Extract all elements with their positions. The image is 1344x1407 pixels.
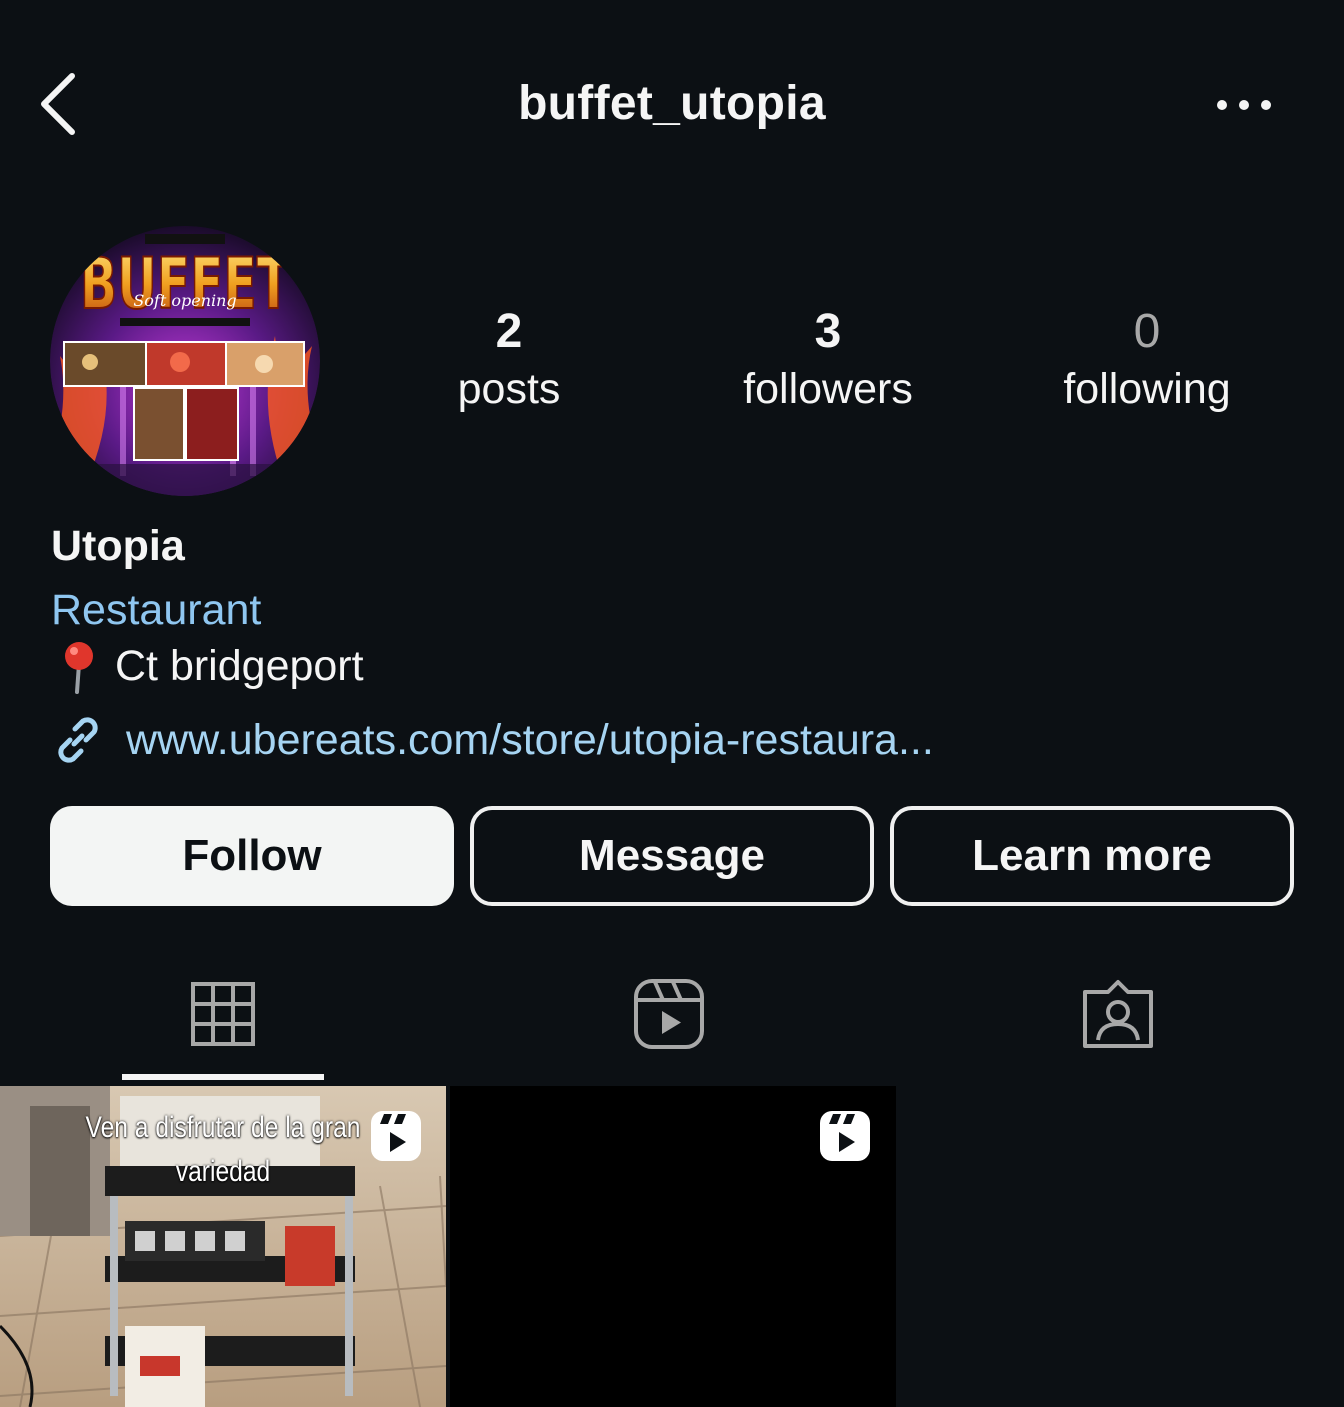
posts-count[interactable]: 2 posts xyxy=(369,302,649,416)
message-button[interactable]: Message xyxy=(470,806,874,906)
followers-count[interactable]: 3 followers xyxy=(688,302,968,416)
follow-button[interactable]: Follow xyxy=(50,806,454,906)
pushpin-icon xyxy=(65,642,93,694)
followers-count-label: followers xyxy=(743,365,913,413)
svg-text:Soft opening: Soft opening xyxy=(133,291,236,310)
post-caption-line1: Ven a disfrutar de la gran xyxy=(85,1111,361,1144)
profile-username: buffet_utopia xyxy=(518,77,826,130)
learn-more-button[interactable]: Learn more xyxy=(890,806,1294,906)
location-text: Ct bridgeport xyxy=(115,642,364,690)
more-horizontal-icon xyxy=(1217,100,1271,110)
following-count-label: following xyxy=(1063,365,1231,413)
link-icon xyxy=(58,717,98,763)
profile-avatar[interactable]: BUFFET Soft opening xyxy=(50,226,320,496)
profile-category[interactable]: Restaurant xyxy=(51,582,261,638)
chevron-left-icon xyxy=(41,73,75,135)
website-link-text: www.ubereats.com/store/utopia-restaura..… xyxy=(126,716,934,764)
reels-icon xyxy=(634,979,704,1049)
post-thumbnail[interactable] xyxy=(450,1086,896,1407)
post-caption: Ven a disfrutar de la gran variedad xyxy=(40,1106,406,1194)
svg-text:BUFFET: BUFFET xyxy=(80,243,290,325)
following-count-value: 0 xyxy=(1133,305,1161,358)
profile-display-name: Utopia xyxy=(51,522,185,570)
followers-count-value: 3 xyxy=(814,305,842,358)
active-tab-indicator xyxy=(122,1074,324,1080)
more-options-button[interactable] xyxy=(1212,88,1276,122)
posts-count-label: posts xyxy=(457,365,561,413)
grid-icon xyxy=(191,982,255,1046)
posts-count-value: 2 xyxy=(495,305,523,358)
tab-posts-grid[interactable] xyxy=(143,966,303,1066)
tab-tagged[interactable] xyxy=(1038,966,1198,1066)
tab-reels[interactable] xyxy=(589,966,749,1066)
reel-badge xyxy=(370,1110,422,1167)
post-thumbnail[interactable]: Ven a disfrutar de la gran variedad xyxy=(0,1086,446,1407)
tagged-icon xyxy=(1083,980,1153,1048)
back-button[interactable] xyxy=(36,68,88,140)
reels-icon xyxy=(371,1111,421,1161)
avatar-image: BUFFET Soft opening xyxy=(50,226,320,496)
reels-icon xyxy=(820,1111,870,1161)
profile-location: Ct bridgeport xyxy=(51,638,364,694)
following-count[interactable]: 0 following xyxy=(1007,302,1287,416)
post-caption-line2: variedad xyxy=(175,1155,271,1188)
reel-badge xyxy=(819,1110,871,1167)
profile-website-link[interactable]: www.ubereats.com/store/utopia-restaura..… xyxy=(50,710,934,770)
